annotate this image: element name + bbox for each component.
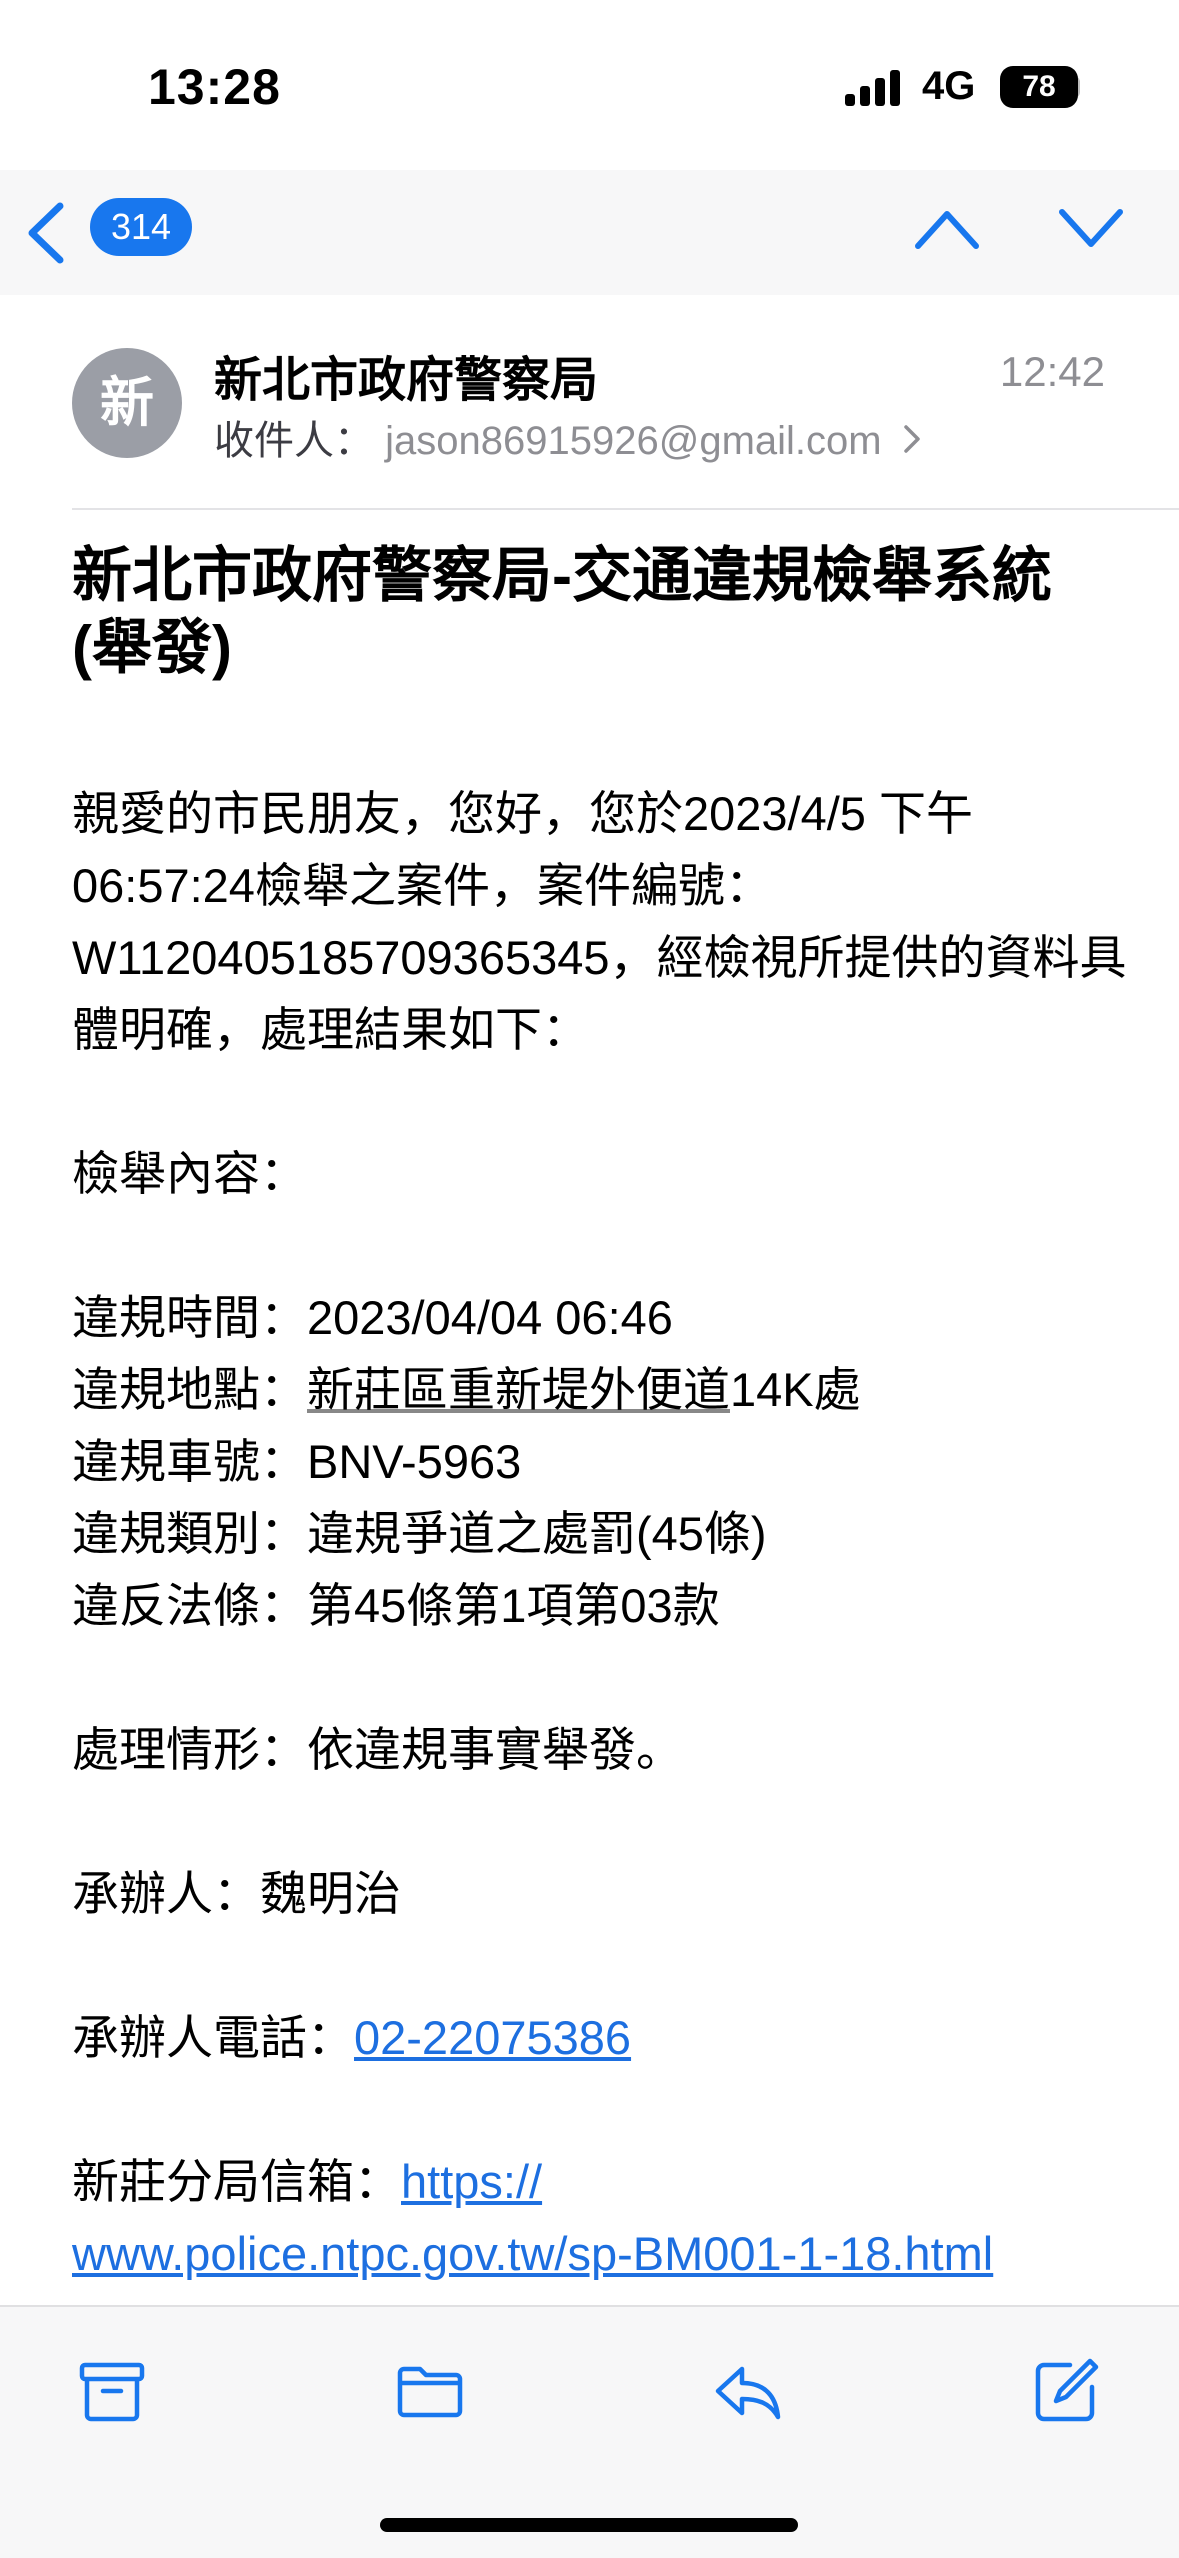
email-body: 親愛的市民朋友，您好，您於2023/4/5 下午06:57:24檢舉之案件，案件… — [72, 778, 1132, 2290]
chevron-right-icon — [903, 419, 921, 464]
mailbox-row: 新莊分局信箱：https:// — [72, 2155, 543, 2208]
mailbox-link-part1[interactable]: https:// — [401, 2155, 542, 2208]
compose-icon[interactable] — [1030, 2355, 1102, 2427]
mailbox-url-row: www.police.ntpc.gov.tw/sp-BM001-1-18.htm… — [72, 2218, 1132, 2290]
detail-location: 違規地點：新莊區重新堤外便道14K處 — [72, 1363, 861, 1416]
header-divider — [72, 508, 1179, 510]
greeting-paragraph: 親愛的市民朋友，您好，您於2023/4/5 下午06:57:24檢舉之案件，案件… — [72, 787, 1127, 1056]
received-time: 12:42 — [999, 348, 1105, 395]
mail-nav-bar: 314 — [0, 170, 1179, 295]
content-label: 檢舉內容： — [72, 1147, 307, 1200]
sender-name[interactable]: 新北市政府警察局 — [214, 340, 598, 410]
detail-law: 違反法條：第45條第1項第03款 — [72, 1579, 720, 1632]
officer-name: 承辦人：魏明治 — [72, 1867, 401, 1920]
next-message-icon[interactable] — [1056, 200, 1126, 256]
network-type: 4G — [922, 64, 976, 108]
folder-icon[interactable] — [394, 2355, 466, 2427]
previous-message-icon[interactable] — [912, 200, 982, 256]
battery-icon: 78 — [1000, 66, 1078, 108]
detail-category: 違規類別：違規爭道之處罰(45條) — [72, 1507, 767, 1560]
status-time: 13:28 — [148, 59, 281, 115]
detail-plate: 違規車號：BNV-5963 — [72, 1435, 522, 1488]
recipient-address[interactable]: jason86915926@gmail.com — [385, 419, 881, 463]
detail-time: 違規時間：2023/04/04 06:46 — [72, 1291, 673, 1344]
archive-icon[interactable] — [76, 2355, 148, 2427]
recipient-label: 收件人： — [214, 419, 374, 463]
home-indicator[interactable] — [380, 2518, 798, 2532]
phone-link[interactable]: 02-22075386 — [354, 2011, 631, 2064]
recipient-row[interactable]: 收件人： jason86915926@gmail.com — [214, 408, 921, 466]
signal-icon — [845, 70, 905, 106]
sender-avatar: 新 — [72, 348, 182, 458]
reply-icon[interactable] — [712, 2355, 784, 2427]
status-bar: 13:28 4G 78 — [0, 0, 1179, 170]
mailbox-link-part2[interactable]: www.police.ntpc.gov.tw/sp-BM001-1-18.htm… — [72, 2227, 993, 2280]
officer-phone-row: 承辦人電話：02-22075386 — [72, 2011, 632, 2064]
location-address-link[interactable]: 新莊區重新堤外便道 — [307, 1363, 730, 1416]
email-subject: 新北市政府警察局-交通違規檢舉系統 (舉發) — [72, 542, 1052, 681]
handling-status: 處理情形：依違規事實舉發。 — [72, 1723, 683, 1776]
back-count-badge[interactable]: 314 — [90, 198, 192, 256]
back-chevron-icon[interactable] — [22, 198, 70, 268]
